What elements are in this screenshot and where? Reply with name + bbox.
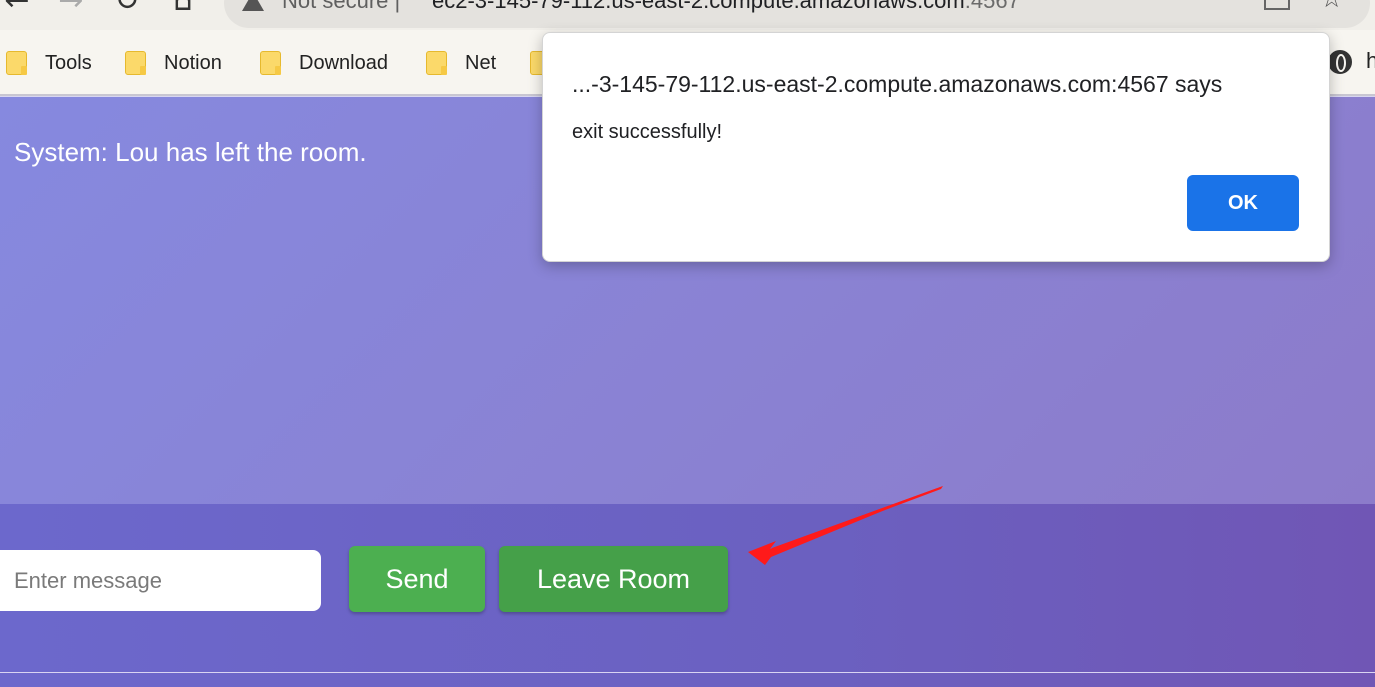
dialog-message: exit successfully! <box>572 121 723 143</box>
share-icon[interactable] <box>1264 0 1290 10</box>
security-label[interactable]: Not secure | <box>282 0 400 14</box>
bookmark-notion[interactable]: Notion <box>125 50 222 76</box>
bookmark-download[interactable]: Download <box>260 50 388 76</box>
address-bar[interactable]: Not secure | ec2-3-145-79-112.us-east-2.… <box>224 0 1370 28</box>
composer-area: Send Leave Room <box>0 504 1375 687</box>
globe-icon[interactable] <box>1328 50 1352 74</box>
reload-icon[interactable]: ↻ <box>112 0 142 16</box>
folder-icon <box>426 51 447 75</box>
dialog-title: ...-3-145-79-112.us-east-2.compute.amazo… <box>572 71 1223 97</box>
home-icon[interactable]: ⌂ <box>168 0 198 16</box>
folder-icon <box>125 51 146 75</box>
star-icon[interactable]: ☆ <box>1320 0 1343 14</box>
divider <box>0 672 1375 673</box>
back-icon[interactable]: ← <box>2 0 32 16</box>
bookmark-label: Net <box>465 51 497 74</box>
ok-button[interactable]: OK <box>1187 175 1299 231</box>
system-message: System: Lou has left the room. <box>14 137 367 167</box>
alert-dialog: ...-3-145-79-112.us-east-2.compute.amazo… <box>542 32 1330 262</box>
message-input[interactable] <box>0 550 321 611</box>
url-text[interactable]: ec2-3-145-79-112.us-east-2.compute.amazo… <box>432 0 1020 14</box>
leave-room-button[interactable]: Leave Room <box>499 546 728 612</box>
browser-toolbar: ← → ↻ ⌂ Not secure | ec2-3-145-79-112.us… <box>0 0 1375 30</box>
folder-icon <box>6 51 27 75</box>
send-button[interactable]: Send <box>349 546 485 612</box>
warning-icon <box>242 0 264 11</box>
bookmark-label: Download <box>299 51 388 74</box>
bookmark-label: Notion <box>164 51 222 74</box>
bookmark-net[interactable]: Net <box>426 50 496 76</box>
forward-icon[interactable]: → <box>56 0 86 16</box>
bookmark-label: Tools <box>45 51 92 74</box>
bookmark-tools[interactable]: Tools <box>6 50 92 76</box>
bookmark-overflow-text[interactable]: h <box>1366 48 1375 74</box>
folder-icon <box>260 51 281 75</box>
